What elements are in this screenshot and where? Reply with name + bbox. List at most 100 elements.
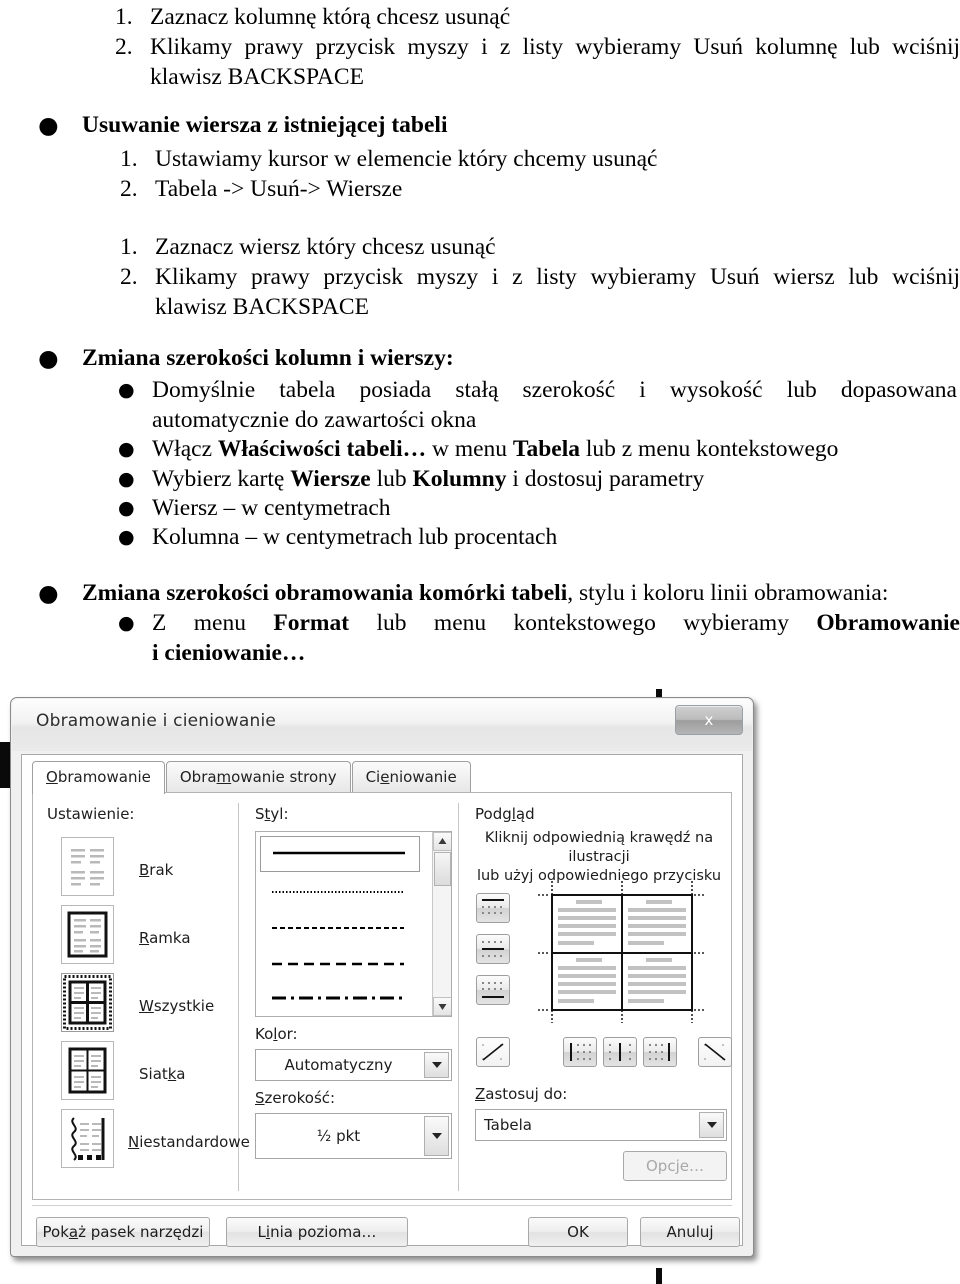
list-number: 2. [115,34,133,60]
border-left-icon [570,1043,591,1061]
setting-brak-label: Brak [139,861,174,879]
scroll-down-icon[interactable] [433,997,451,1016]
cancel-button[interactable]: Anuluj [640,1217,740,1247]
style-item-solid[interactable] [260,836,420,872]
setting-niestandardowe-label: Niestandardowe [128,1133,250,1151]
line-dotted-icon [272,891,404,893]
list-item-text: Ustawiamy kursor w elemencie który chcem… [155,146,658,172]
accel-char: k [167,1065,177,1083]
preview-label: Podgląd [475,805,535,823]
width-label: Szerokość: [255,1089,336,1107]
setting-brak[interactable] [61,837,114,896]
style-item-dashed-fine[interactable] [260,912,418,946]
bullet-marker: ● [118,497,135,519]
list-item-text: Tabela -> Usuń-> Wiersze [155,176,403,202]
list-item-text: Zaznacz kolumnę którą chcesz usunąć [150,4,511,30]
dialog-titlebar[interactable]: Obramowanie i cieniowanie x [12,699,752,751]
line-dashed-icon [272,962,404,966]
border-grid-icon [62,1042,113,1099]
border-custom-icon [62,1110,113,1167]
width-value: ½ pkt [316,1127,361,1145]
apply-to-combobox[interactable]: Tabela [475,1109,727,1141]
show-toolbar-button[interactable]: Pok a ż pasek narzędzi [36,1217,210,1247]
border-right-icon [649,1043,670,1061]
setting-ramka[interactable] [61,905,114,964]
tab-obramowanie[interactable]: Obramowanie [32,761,165,794]
text-run-bold: Obramowanie [816,610,960,636]
accel-char: B [139,861,150,879]
color-label: Kolor: [255,1025,298,1043]
border-right-button[interactable] [643,1037,677,1067]
line-dashed-fine-icon [272,927,404,929]
style-scrollbar[interactable] [432,832,451,1016]
border-diag-up-button[interactable] [476,1037,510,1067]
tab-obramowanie-strony[interactable]: Obramowanie strony [165,761,351,792]
text-run: lub [370,466,413,492]
line-dash-dot-icon [272,996,404,1000]
text-run-bold: Kolumny [412,466,507,492]
list-number: 1. [120,234,138,260]
preview-illustration[interactable] [538,881,706,1023]
chevron-down-icon[interactable] [424,1116,449,1156]
border-diag-down-button[interactable] [698,1037,732,1067]
text-run: Wybierz kartę [152,466,291,492]
accel-char: l [511,805,516,823]
dialog-frame: Obramowanie i cieniowanie x Obramowanie … [10,697,754,1257]
border-inside-horizontal-button[interactable] [476,934,510,964]
style-item-dashed[interactable] [260,948,418,982]
tab-panel-obramowanie: Ustawienie: Brak Ramka Wszystkie Siatka … [32,792,732,1200]
accel-char: a [68,1223,79,1241]
border-left-button[interactable] [563,1037,597,1067]
accel-char: W [139,997,154,1015]
list-number: 1. [115,4,133,30]
accel-char: S [255,1089,265,1107]
sub-bullet-text: Z menu Format lub menu kontekstowego wyb… [152,608,960,638]
chevron-down-icon[interactable] [699,1112,724,1138]
accel-char: N [128,1133,140,1151]
style-item-dotted[interactable] [260,876,418,910]
color-combobox[interactable]: Automatyczny [255,1049,452,1081]
border-all-icon [62,974,113,1031]
chevron-down-icon[interactable] [424,1052,449,1078]
border-inside-vertical-icon [609,1043,631,1061]
scroll-up-icon[interactable] [433,832,451,851]
border-top-button[interactable] [476,893,510,923]
close-icon[interactable]: x [675,705,743,735]
width-combobox[interactable]: ½ pkt [255,1113,452,1159]
setting-siatka[interactable] [61,1041,114,1100]
horizontal-line-button[interactable]: Li nia pozioma… [226,1217,408,1247]
text-run: Z menu [152,610,274,636]
sub-bullet-text: Kolumna – w centymetrach lub procentach [152,524,558,550]
footer-divider [32,1205,732,1206]
accel-char: Z [475,1085,486,1103]
tab-label: owanie strony [231,768,337,786]
text-run-bold: Zmiana szerokości obramowania komórki ta… [82,580,568,606]
options-button[interactable]: Opcje… [623,1151,727,1181]
border-inside-vertical-button[interactable] [603,1037,637,1067]
list-item-text: klawisz BACKSPACE [155,294,369,320]
setting-niestandardowe[interactable] [61,1109,114,1168]
ok-button[interactable]: OK [528,1217,628,1247]
accel-char: i [265,1223,271,1241]
tab-accel: m [216,768,232,786]
setting-wszystkie[interactable] [61,973,114,1032]
border-bottom-button[interactable] [476,975,510,1005]
list-number: 2. [120,264,138,290]
text-run: lub menu kontekstowego wybieramy [349,610,817,636]
border-middle-horizontal-icon [482,941,504,957]
tab-cieniowanie[interactable]: Cieniowanie [351,761,471,792]
style-item-dash-dot[interactable] [260,982,418,1016]
bullet-marker: ● [118,526,135,548]
bullet-marker: ● [118,468,135,490]
text-run-bold: Właściwości tabeli… [217,436,427,462]
style-listbox[interactable] [255,831,452,1017]
list-number: 1. [120,146,138,172]
tab-accel: O [46,768,58,786]
bullet-marker: ● [118,438,135,460]
bullet-marker: ● [38,579,59,607]
section-heading: Usuwanie wiersza z istniejącej tabeli [82,112,448,138]
apply-to-label: Zastosuj do: [475,1085,568,1103]
border-bottom-icon [482,982,504,998]
tab-label: Obra [179,768,217,786]
scrollbar-thumb[interactable] [434,852,451,886]
